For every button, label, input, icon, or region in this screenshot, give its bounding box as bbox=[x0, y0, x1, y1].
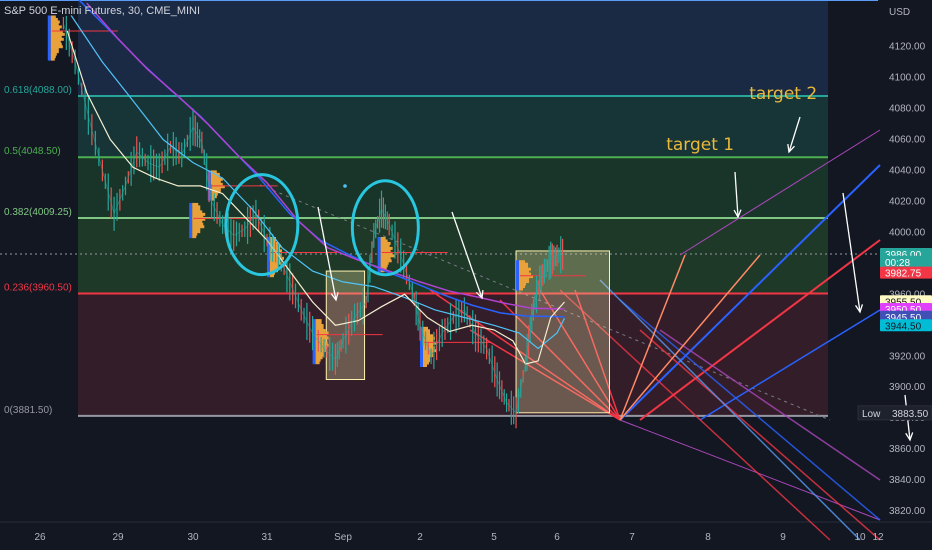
price-tick-label: 4000.00 bbox=[889, 227, 926, 238]
fib-level-label: 0.382(4009.25) bbox=[4, 207, 72, 218]
price-tick-label: 3900.00 bbox=[889, 382, 926, 393]
low-marker-value: 3883.50 bbox=[892, 409, 929, 420]
time-tick-label: 8 bbox=[705, 532, 711, 543]
price-tick-label: 3860.00 bbox=[889, 444, 926, 455]
price-tick-label: 4120.00 bbox=[889, 41, 926, 52]
price-tag-text: 3944.50 bbox=[885, 321, 922, 332]
profile-bar-blue bbox=[312, 361, 316, 365]
time-tick-label: 31 bbox=[261, 532, 273, 543]
profile-bar-orange bbox=[423, 364, 427, 368]
profile-bar-blue bbox=[47, 57, 51, 61]
time-tick-label: 5 bbox=[491, 532, 497, 543]
time-tick-label: 10 bbox=[854, 532, 866, 543]
price-tick-label: 4080.00 bbox=[889, 103, 926, 114]
time-tick-label: Sep bbox=[334, 532, 352, 543]
fib-level-label: 0(3881.50) bbox=[4, 405, 52, 416]
chart-area[interactable]: 0.618(4088.00) 0.5(4048.50) 0.382(4009.25)… bbox=[0, 0, 932, 550]
price-tick-label: 3920.00 bbox=[889, 351, 926, 362]
time-tick-label: 12 bbox=[872, 532, 884, 543]
low-marker-label: Low bbox=[862, 409, 881, 420]
price-tick-label: 4100.00 bbox=[889, 72, 926, 83]
price-tick-label: 4060.00 bbox=[889, 134, 926, 145]
profile-bar-blue bbox=[420, 364, 423, 368]
time-tick-label: 26 bbox=[34, 532, 46, 543]
price-tick-label: 4040.00 bbox=[889, 165, 926, 176]
price-tag-text: 3982.75 bbox=[885, 269, 922, 280]
fib-level-label: 0.236(3960.50) bbox=[4, 283, 72, 294]
profile-bar-blue bbox=[516, 287, 520, 291]
profile-bar-orange bbox=[50, 57, 55, 61]
target-label[interactable]: target 1 bbox=[666, 135, 734, 155]
fib-level-label: 0.618(4088.00) bbox=[4, 85, 72, 96]
time-tick-label: 9 bbox=[780, 532, 786, 543]
time-tick-label: 29 bbox=[112, 532, 124, 543]
currency-label: USD bbox=[889, 7, 910, 18]
price-tick-label: 3820.00 bbox=[889, 506, 926, 517]
marker-dot bbox=[343, 184, 347, 188]
time-tick-label: 2 bbox=[417, 532, 423, 543]
price-tick-label: 4020.00 bbox=[889, 196, 926, 207]
profile-bar-orange bbox=[192, 235, 197, 239]
time-tick-label: 6 bbox=[554, 532, 560, 543]
target-label[interactable]: target 2 bbox=[749, 84, 817, 104]
fib-level-label: 0.5(4048.50) bbox=[4, 146, 61, 157]
time-tick-label: 30 bbox=[187, 532, 199, 543]
profile-bar-orange bbox=[315, 361, 320, 365]
profile-bar-orange bbox=[519, 287, 524, 291]
symbol-title: S&P 500 E-mini Futures, 30, CME_MINI bbox=[4, 5, 200, 17]
profile-bar-blue bbox=[189, 235, 193, 239]
price-chart[interactable]: 0.618(4088.00) 0.5(4048.50) 0.382(4009.25)… bbox=[0, 0, 932, 550]
time-tick-label: 7 bbox=[629, 532, 635, 543]
price-tick-label: 3840.00 bbox=[889, 475, 926, 486]
